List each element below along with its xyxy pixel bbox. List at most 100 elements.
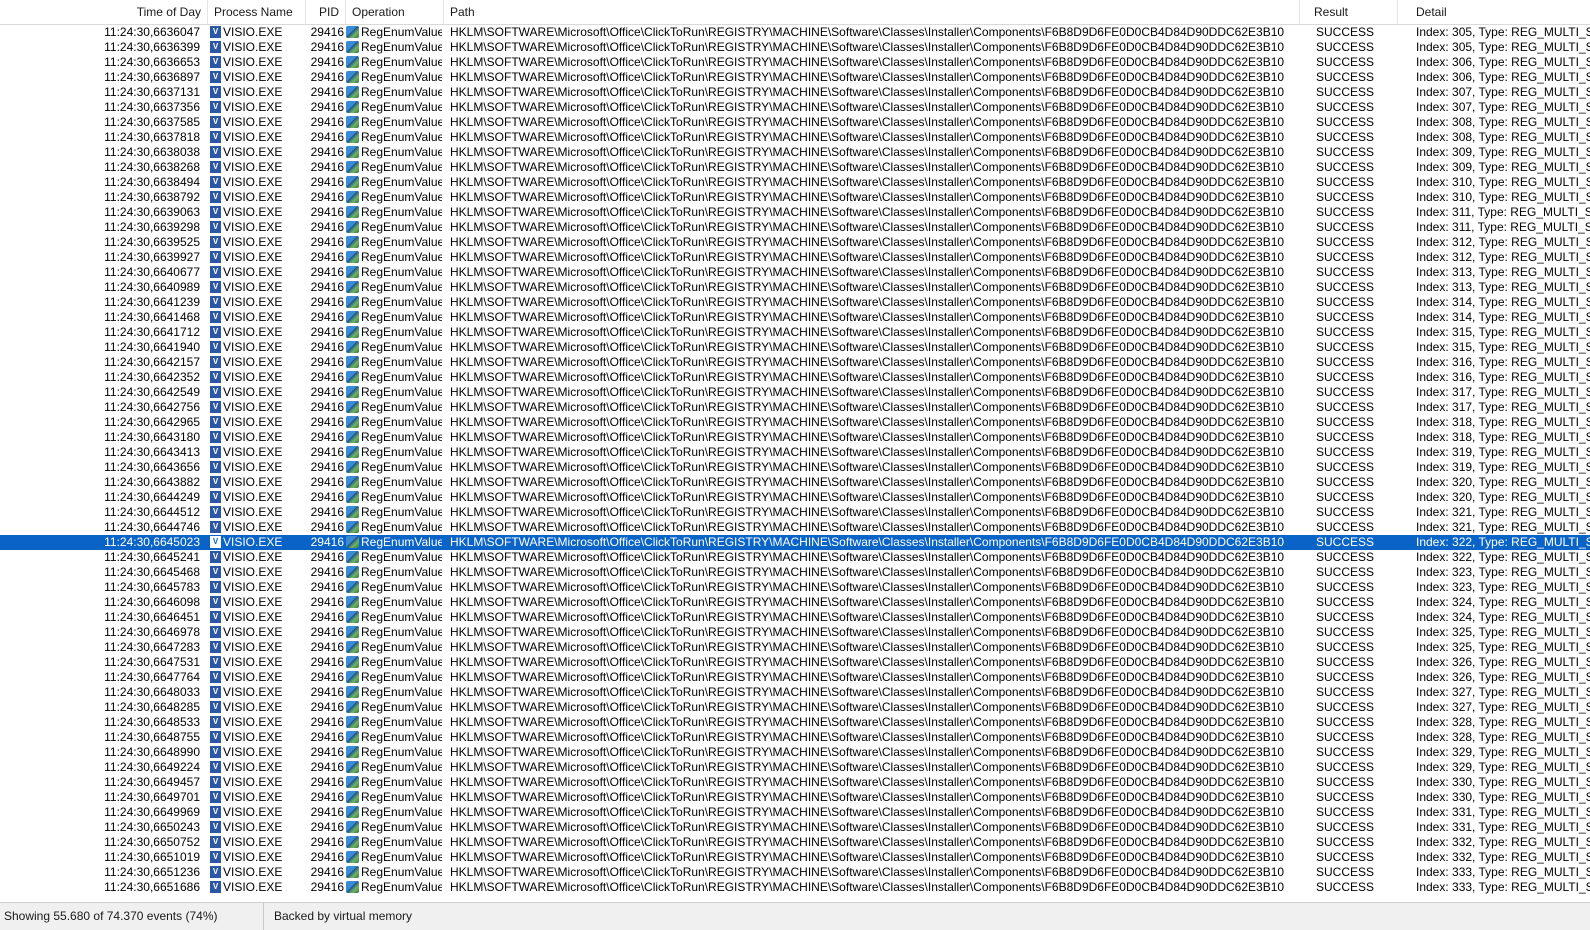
table-row[interactable]: 11:24:30,6643180 V VISIO.EXE 29416 RegEnumVa…: [0, 430, 1590, 445]
table-row[interactable]: 11:24:30,6644746 V VISIO.EXE 29416 RegEnumVa…: [0, 520, 1590, 535]
table-row[interactable]: 11:24:30,6642965 V VISIO.EXE 29416 RegEnumVa…: [0, 415, 1590, 430]
table-row[interactable]: 11:24:30,6637818 V VISIO.EXE 29416 RegEnumVa…: [0, 130, 1590, 145]
table-row[interactable]: 11:24:30,6650243 V VISIO.EXE 29416 RegEnumVa…: [0, 820, 1590, 835]
table-row[interactable]: 11:24:30,6651686 V VISIO.EXE 29416 RegEnumVa…: [0, 880, 1590, 895]
table-row[interactable]: 11:24:30,6637585 V VISIO.EXE 29416 RegEnumVa…: [0, 115, 1590, 130]
cell-operation: RegEnumValue: [346, 625, 442, 640]
cell-pid: 29416: [308, 565, 344, 580]
table-row[interactable]: 11:24:30,6639927 V VISIO.EXE 29416 RegEnumVa…: [0, 250, 1590, 265]
column-header-path[interactable]: Path: [444, 0, 1300, 24]
table-row[interactable]: 11:24:30,6641468 V VISIO.EXE 29416 RegEnumVa…: [0, 310, 1590, 325]
table-row[interactable]: 11:24:30,6648533 V VISIO.EXE 29416 RegEnumVa…: [0, 715, 1590, 730]
table-row[interactable]: 11:24:30,6640677 V VISIO.EXE 29416 RegEnumVa…: [0, 265, 1590, 280]
table-row[interactable]: 11:24:30,6636047 V VISIO.EXE 29416 RegEnumVa…: [0, 25, 1590, 40]
table-row[interactable]: 11:24:30,6638494 V VISIO.EXE 29416 RegEnumVa…: [0, 175, 1590, 190]
cell-operation: RegEnumValue: [346, 370, 442, 385]
cell-result: SUCCESS: [1316, 445, 1406, 460]
column-header-row: Time of Day Process Name PID Operation P…: [0, 0, 1590, 25]
table-row[interactable]: 11:24:30,6650752 V VISIO.EXE 29416 RegEnumVa…: [0, 835, 1590, 850]
table-row[interactable]: 11:24:30,6642756 V VISIO.EXE 29416 RegEnumVa…: [0, 400, 1590, 415]
table-row[interactable]: 11:24:30,6645783 V VISIO.EXE 29416 RegEnumVa…: [0, 580, 1590, 595]
table-row[interactable]: 11:24:30,6647764 V VISIO.EXE 29416 RegEnumVa…: [0, 670, 1590, 685]
cell-operation: RegEnumValue: [346, 445, 442, 460]
cell-detail: Index: 321, Type: REG_MULTI_SZ: [1416, 520, 1590, 535]
table-row[interactable]: 11:24:30,6636399 V VISIO.EXE 29416 RegEnumVa…: [0, 40, 1590, 55]
cell-process: V VISIO.EXE: [208, 490, 308, 505]
cell-process-text: VISIO.EXE: [223, 325, 283, 339]
table-row[interactable]: 11:24:30,6642549 V VISIO.EXE 29416 RegEnumVa…: [0, 385, 1590, 400]
table-row[interactable]: 11:24:30,6647531 V VISIO.EXE 29416 RegEnumVa…: [0, 655, 1590, 670]
column-header-process[interactable]: Process Name: [208, 0, 306, 24]
table-row[interactable]: 11:24:30,6639525 V VISIO.EXE 29416 RegEnumVa…: [0, 235, 1590, 250]
visio-app-icon: V: [210, 851, 221, 863]
table-row[interactable]: 11:24:30,6645241 V VISIO.EXE 29416 RegEnumVa…: [0, 550, 1590, 565]
table-row-selected[interactable]: 11:24:30,6645023 V VISIO.EXE 29416 RegEnumVa…: [0, 535, 1590, 550]
table-row[interactable]: 11:24:30,6643882 V VISIO.EXE 29416 RegEnumVa…: [0, 475, 1590, 490]
table-row[interactable]: 11:24:30,6648033 V VISIO.EXE 29416 RegEnumVa…: [0, 685, 1590, 700]
table-row[interactable]: 11:24:30,6640989 V VISIO.EXE 29416 RegEnumVa…: [0, 280, 1590, 295]
table-row[interactable]: 11:24:30,6649701 V VISIO.EXE 29416 RegEnumVa…: [0, 790, 1590, 805]
table-row[interactable]: 11:24:30,6636653 V VISIO.EXE 29416 RegEnumVa…: [0, 55, 1590, 70]
table-row[interactable]: 11:24:30,6646098 V VISIO.EXE 29416 RegEnumVa…: [0, 595, 1590, 610]
cell-time: 11:24:30,6637131: [0, 85, 204, 100]
visio-app-icon: V: [210, 266, 221, 278]
cell-pid: 29416: [308, 730, 344, 745]
table-row[interactable]: 11:24:30,6636897 V VISIO.EXE 29416 RegEnumVa…: [0, 70, 1590, 85]
column-header-pid[interactable]: PID: [306, 0, 346, 24]
event-grid[interactable]: Time of Day Process Name PID Operation P…: [0, 0, 1590, 902]
table-row[interactable]: 11:24:30,6641239 V VISIO.EXE 29416 RegEnumVa…: [0, 295, 1590, 310]
cell-pid-text: 29416: [310, 235, 344, 249]
cell-time: 11:24:30,6644249: [0, 490, 204, 505]
table-row[interactable]: 11:24:30,6639063 V VISIO.EXE 29416 RegEnumVa…: [0, 205, 1590, 220]
table-row[interactable]: 11:24:30,6643656 V VISIO.EXE 29416 RegEnumVa…: [0, 460, 1590, 475]
table-row[interactable]: 11:24:30,6651236 V VISIO.EXE 29416 RegEnumVa…: [0, 865, 1590, 880]
cell-process: V VISIO.EXE: [208, 370, 308, 385]
table-row[interactable]: 11:24:30,6638038 V VISIO.EXE 29416 RegEnumVa…: [0, 145, 1590, 160]
table-row[interactable]: 11:24:30,6638792 V VISIO.EXE 29416 RegEnumVa…: [0, 190, 1590, 205]
cell-operation-text: RegEnumValue: [361, 655, 442, 669]
table-row[interactable]: 11:24:30,6639298 V VISIO.EXE 29416 RegEnumVa…: [0, 220, 1590, 235]
cell-time-text: 11:24:30,6650243: [104, 820, 200, 834]
cell-operation: RegEnumValue: [346, 190, 442, 205]
table-row[interactable]: 11:24:30,6645468 V VISIO.EXE 29416 RegEnumVa…: [0, 565, 1590, 580]
table-row[interactable]: 11:24:30,6641712 V VISIO.EXE 29416 RegEnumVa…: [0, 325, 1590, 340]
table-row[interactable]: 11:24:30,6648285 V VISIO.EXE 29416 RegEnumVa…: [0, 700, 1590, 715]
cell-detail: Index: 305, Type: REG_MULTI_SZ: [1416, 40, 1590, 55]
cell-path-text: HKLM\SOFTWARE\Microsoft\Office\ClickToRu…: [450, 745, 1285, 759]
table-row[interactable]: 11:24:30,6646451 V VISIO.EXE 29416 RegEnumVa…: [0, 610, 1590, 625]
column-header-result[interactable]: Result: [1300, 0, 1398, 24]
cell-process-text: VISIO.EXE: [223, 400, 283, 414]
table-row[interactable]: 11:24:30,6642157 V VISIO.EXE 29416 RegEnumVa…: [0, 355, 1590, 370]
registry-icon: [346, 791, 359, 803]
cell-pid: 29416: [308, 460, 344, 475]
cell-path: HKLM\SOFTWARE\Microsoft\Office\ClickToRu…: [450, 415, 1305, 430]
column-header-detail[interactable]: Detail: [1398, 0, 1590, 24]
table-row[interactable]: 11:24:30,6649969 V VISIO.EXE 29416 RegEnumVa…: [0, 805, 1590, 820]
cell-process-text: VISIO.EXE: [223, 640, 283, 654]
table-row[interactable]: 11:24:30,6646978 V VISIO.EXE 29416 RegEnumVa…: [0, 625, 1590, 640]
cell-pid-text: 29416: [310, 790, 344, 804]
table-row[interactable]: 11:24:30,6643413 V VISIO.EXE 29416 RegEnumVa…: [0, 445, 1590, 460]
table-row[interactable]: 11:24:30,6648990 V VISIO.EXE 29416 RegEnumVa…: [0, 745, 1590, 760]
table-row[interactable]: 11:24:30,6644249 V VISIO.EXE 29416 RegEnumVa…: [0, 490, 1590, 505]
table-row[interactable]: 11:24:30,6649457 V VISIO.EXE 29416 RegEnumVa…: [0, 775, 1590, 790]
table-row[interactable]: 11:24:30,6649224 V VISIO.EXE 29416 RegEnumVa…: [0, 760, 1590, 775]
table-row[interactable]: 11:24:30,6648755 V VISIO.EXE 29416 RegEnumVa…: [0, 730, 1590, 745]
cell-path-text: HKLM\SOFTWARE\Microsoft\Office\ClickToRu…: [450, 25, 1285, 39]
table-row[interactable]: 11:24:30,6637131 V VISIO.EXE 29416 RegEnumVa…: [0, 85, 1590, 100]
table-row[interactable]: 11:24:30,6641940 V VISIO.EXE 29416 RegEnumVa…: [0, 340, 1590, 355]
table-row[interactable]: 11:24:30,6647283 V VISIO.EXE 29416 RegEnumVa…: [0, 640, 1590, 655]
cell-operation: RegEnumValue: [346, 325, 442, 340]
table-row[interactable]: 11:24:30,6637356 V VISIO.EXE 29416 RegEnumVa…: [0, 100, 1590, 115]
column-header-operation[interactable]: Operation: [346, 0, 444, 24]
cell-detail: Index: 311, Type: REG_MULTI_SZ: [1416, 205, 1590, 220]
cell-path: HKLM\SOFTWARE\Microsoft\Office\ClickToRu…: [450, 475, 1305, 490]
table-row[interactable]: 11:24:30,6642352 V VISIO.EXE 29416 RegEnumVa…: [0, 370, 1590, 385]
column-header-time[interactable]: Time of Day: [0, 0, 208, 24]
table-row[interactable]: 11:24:30,6651019 V VISIO.EXE 29416 RegEnumVa…: [0, 850, 1590, 865]
cell-detail-text: Index: 325, Type: REG_MULTI_SZ: [1416, 625, 1590, 639]
cell-pid: 29416: [308, 610, 344, 625]
cell-detail-text: Index: 308, Type: REG_MULTI_SZ: [1416, 115, 1590, 129]
table-row[interactable]: 11:24:30,6644512 V VISIO.EXE 29416 RegEnumVa…: [0, 505, 1590, 520]
table-row[interactable]: 11:24:30,6638268 V VISIO.EXE 29416 RegEnumVa…: [0, 160, 1590, 175]
